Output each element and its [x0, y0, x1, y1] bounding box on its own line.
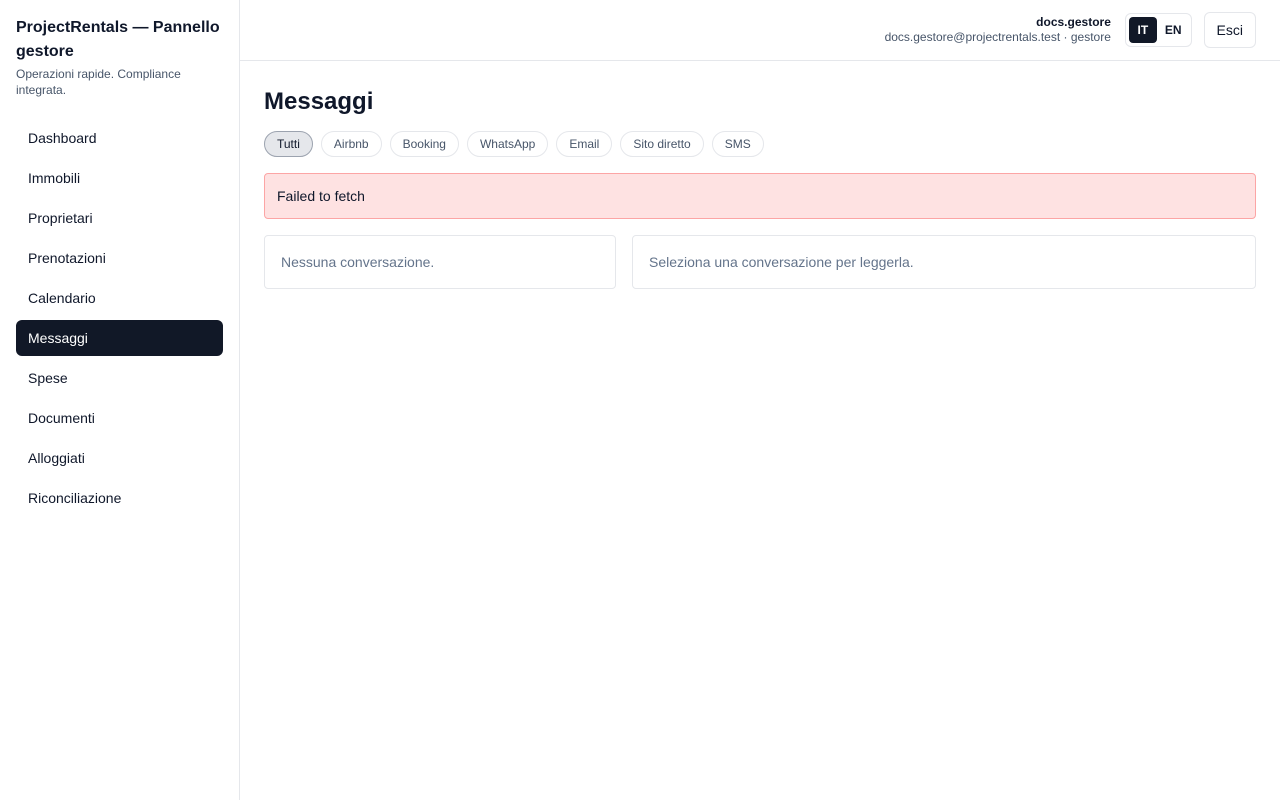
user-info: docs.gestore docs.gestore@projectrentals…: [885, 15, 1111, 45]
language-en-button[interactable]: EN: [1159, 17, 1188, 43]
logout-button[interactable]: Esci: [1203, 12, 1256, 48]
filter-chip-whatsapp[interactable]: WhatsApp: [466, 131, 549, 157]
app: ProjectRentals — Pannello gestore Operaz…: [0, 0, 1280, 800]
page-title: Messaggi: [264, 88, 374, 115]
user-details: docs.gestore@projectrentals.test · gesto…: [884, 30, 1111, 44]
filter-chip-airbnb[interactable]: Airbnb: [320, 131, 382, 157]
sidebar-item-messaggi[interactable]: Messaggi: [16, 320, 223, 356]
brand-title: ProjectRentals — Pannello gestore: [16, 19, 220, 60]
filter-chip-sito-diretto[interactable]: Sito diretto: [620, 131, 704, 157]
sidebar: ProjectRentals — Pannello gestore Operaz…: [0, 0, 240, 800]
language-it-button[interactable]: IT: [1128, 17, 1157, 43]
sidebar-item-spese[interactable]: Spese: [16, 360, 223, 396]
error-alert: Failed to fetch: [264, 173, 1256, 219]
filter-chip-email[interactable]: Email: [556, 131, 613, 157]
filter-chip-booking[interactable]: Booking: [389, 131, 459, 157]
sidebar-item-calendario[interactable]: Calendario: [16, 280, 223, 316]
sidebar-item-dashboard[interactable]: Dashboard: [16, 120, 223, 156]
page-content: Messaggi Tutti Airbnb Booking WhatsApp E…: [240, 61, 1280, 313]
sidebar-item-riconciliazione[interactable]: Riconciliazione: [16, 480, 223, 516]
channel-filters: Tutti Airbnb Booking WhatsApp Email Sito…: [264, 131, 1256, 157]
sidebar-item-proprietari[interactable]: Proprietari: [16, 200, 223, 236]
filter-chip-sms[interactable]: SMS: [711, 131, 764, 157]
topbar: docs.gestore docs.gestore@projectrentals…: [240, 0, 1280, 61]
message-panels: Nessuna conversazione. Seleziona una con…: [264, 235, 1256, 289]
conversation-detail: Seleziona una conversazione per leggerla…: [632, 235, 1256, 289]
sidebar-item-alloggiati[interactable]: Alloggiati: [16, 440, 223, 476]
sidebar-nav: Dashboard Immobili Proprietari Prenotazi…: [16, 120, 223, 516]
sidebar-item-prenotazioni[interactable]: Prenotazioni: [16, 240, 223, 276]
sidebar-item-immobili[interactable]: Immobili: [16, 160, 223, 196]
conversation-list: Nessuna conversazione.: [264, 235, 616, 289]
user-name: docs.gestore: [1036, 15, 1111, 29]
main-area: docs.gestore docs.gestore@projectrentals…: [240, 0, 1280, 800]
sidebar-item-documenti[interactable]: Documenti: [16, 400, 223, 436]
language-switcher: IT EN: [1124, 13, 1192, 47]
filter-chip-tutti[interactable]: Tutti: [264, 131, 313, 157]
brand-subtitle: Operazioni rapide. Compliance integrata.: [16, 67, 181, 97]
